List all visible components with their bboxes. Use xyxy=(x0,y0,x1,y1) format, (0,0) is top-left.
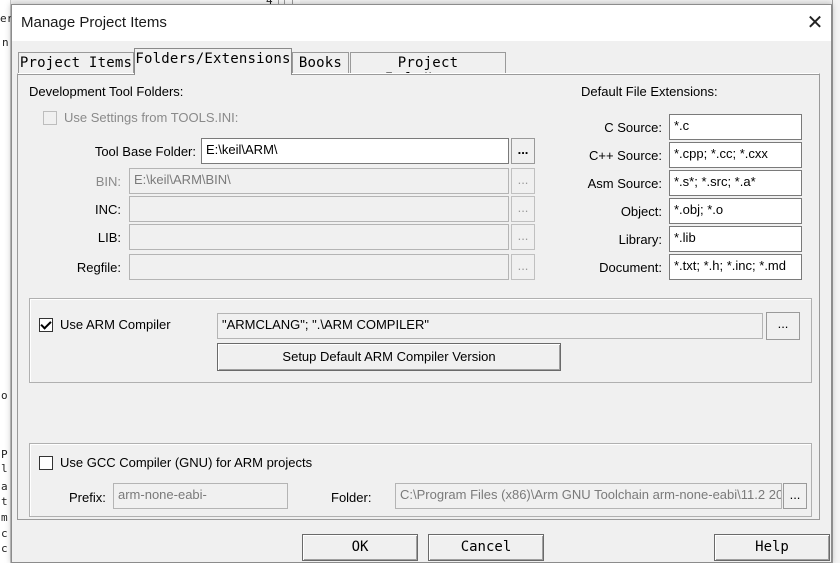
dialog-title: Manage Project Items xyxy=(21,14,167,31)
tab-folders-extensions[interactable]: Folders/Extensions xyxy=(134,48,292,75)
ok-button[interactable]: OK xyxy=(302,534,418,561)
gcc-folder-label: Folder: xyxy=(331,490,372,505)
regfile-browse-button[interactable]: ... xyxy=(511,254,535,280)
help-button[interactable]: Help xyxy=(714,534,830,561)
cancel-button[interactable]: Cancel xyxy=(428,534,544,561)
c-source-extensions-input[interactable]: *.c xyxy=(669,114,802,140)
document-extensions-input[interactable]: *.txt; *.h; *.inc; *.md xyxy=(669,254,802,280)
bin-folder-input[interactable]: E:\keil\ARM\BIN\ xyxy=(129,168,509,194)
background-text: l xyxy=(1,462,8,475)
manage-project-items-dialog: Manage Project Items ✕ Project Items Fol… xyxy=(11,4,832,563)
tab-project-items[interactable]: Project Items xyxy=(18,52,134,74)
background-text: a xyxy=(1,480,8,493)
cpp-source-label: C++ Source: xyxy=(589,148,662,163)
background-text: o xyxy=(1,389,8,402)
background-text: P xyxy=(1,448,8,461)
library-extensions-input[interactable]: *.lib xyxy=(669,226,802,252)
background-text: m xyxy=(1,511,8,524)
use-arm-compiler-label: Use ARM Compiler xyxy=(60,317,171,332)
asm-source-label: Asm Source: xyxy=(587,176,662,191)
bin-label: BIN: xyxy=(95,174,121,189)
c-source-label: C Source: xyxy=(604,120,662,135)
regfile-input[interactable] xyxy=(129,254,509,280)
arm-compiler-browse-button[interactable]: ... xyxy=(766,312,800,340)
setup-default-arm-compiler-button[interactable]: Setup Default ARM Compiler Version xyxy=(217,343,561,371)
object-extensions-input[interactable]: *.obj; *.o xyxy=(669,198,802,224)
document-label: Document: xyxy=(599,260,662,275)
use-tools-ini-checkbox[interactable] xyxy=(43,111,57,125)
use-tools-ini-label: Use Settings from TOOLS.INI: xyxy=(64,110,239,125)
asm-source-extensions-input[interactable]: *.s*; *.src; *.a* xyxy=(669,170,802,196)
default-file-extensions-heading: Default File Extensions: xyxy=(581,84,718,99)
bin-browse-button[interactable]: ... xyxy=(511,168,535,194)
gcc-prefix-input[interactable]: arm-none-eabi- xyxy=(113,483,288,509)
tab-label: Books xyxy=(298,55,343,71)
inc-label: INC: xyxy=(95,202,121,217)
background-text: c xyxy=(1,527,8,540)
tab-books[interactable]: Books xyxy=(292,52,349,74)
tool-base-folder-browse-button[interactable]: ... xyxy=(511,138,535,164)
lib-folder-input[interactable] xyxy=(129,224,509,250)
inc-browse-button[interactable]: ... xyxy=(511,196,535,222)
gcc-folder-input[interactable]: C:\Program Files (x86)\Arm GNU Toolchain… xyxy=(395,483,782,509)
arm-compiler-path-input[interactable]: "ARMCLANG"; ".\ARM COMPILER" xyxy=(217,313,763,339)
tool-base-folder-label: Tool Base Folder: xyxy=(94,144,196,159)
tool-base-folder-input[interactable]: E:\keil\ARM\ xyxy=(201,138,509,164)
tab-label: Folders/Extensions xyxy=(135,51,291,67)
background-window-edge xyxy=(0,0,11,563)
object-label: Object: xyxy=(620,204,662,219)
use-gcc-compiler-label: Use GCC Compiler (GNU) for ARM projects xyxy=(60,455,313,470)
gcc-folder-browse-button[interactable]: ... xyxy=(783,483,807,509)
background-text: c xyxy=(1,542,8,555)
library-label: Library: xyxy=(618,232,662,247)
background-text: n xyxy=(2,36,9,49)
tab-panel: Development Tool Folders: Use Settings f… xyxy=(17,73,820,520)
lib-browse-button[interactable]: ... xyxy=(511,224,535,250)
close-icon[interactable]: ✕ xyxy=(800,8,830,38)
regfile-label: Regfile: xyxy=(76,260,121,275)
cpp-source-extensions-input[interactable]: *.cpp; *.cc; *.cxx xyxy=(669,142,802,168)
title-bar[interactable]: Manage Project Items ✕ xyxy=(12,5,831,41)
background-text: t xyxy=(1,495,8,508)
tab-label: Project Items xyxy=(19,55,133,71)
use-gcc-compiler-checkbox[interactable] xyxy=(39,456,53,470)
background-window-edge-right xyxy=(832,0,840,563)
gcc-prefix-label: Prefix: xyxy=(69,490,106,505)
inc-folder-input[interactable] xyxy=(129,196,509,222)
use-arm-compiler-checkbox[interactable] xyxy=(39,318,53,332)
lib-label: LIB: xyxy=(97,230,121,245)
tab-project-info-layer[interactable]: Project Info/Layer xyxy=(350,52,506,87)
development-tool-folders-heading: Development Tool Folders: xyxy=(29,84,184,99)
